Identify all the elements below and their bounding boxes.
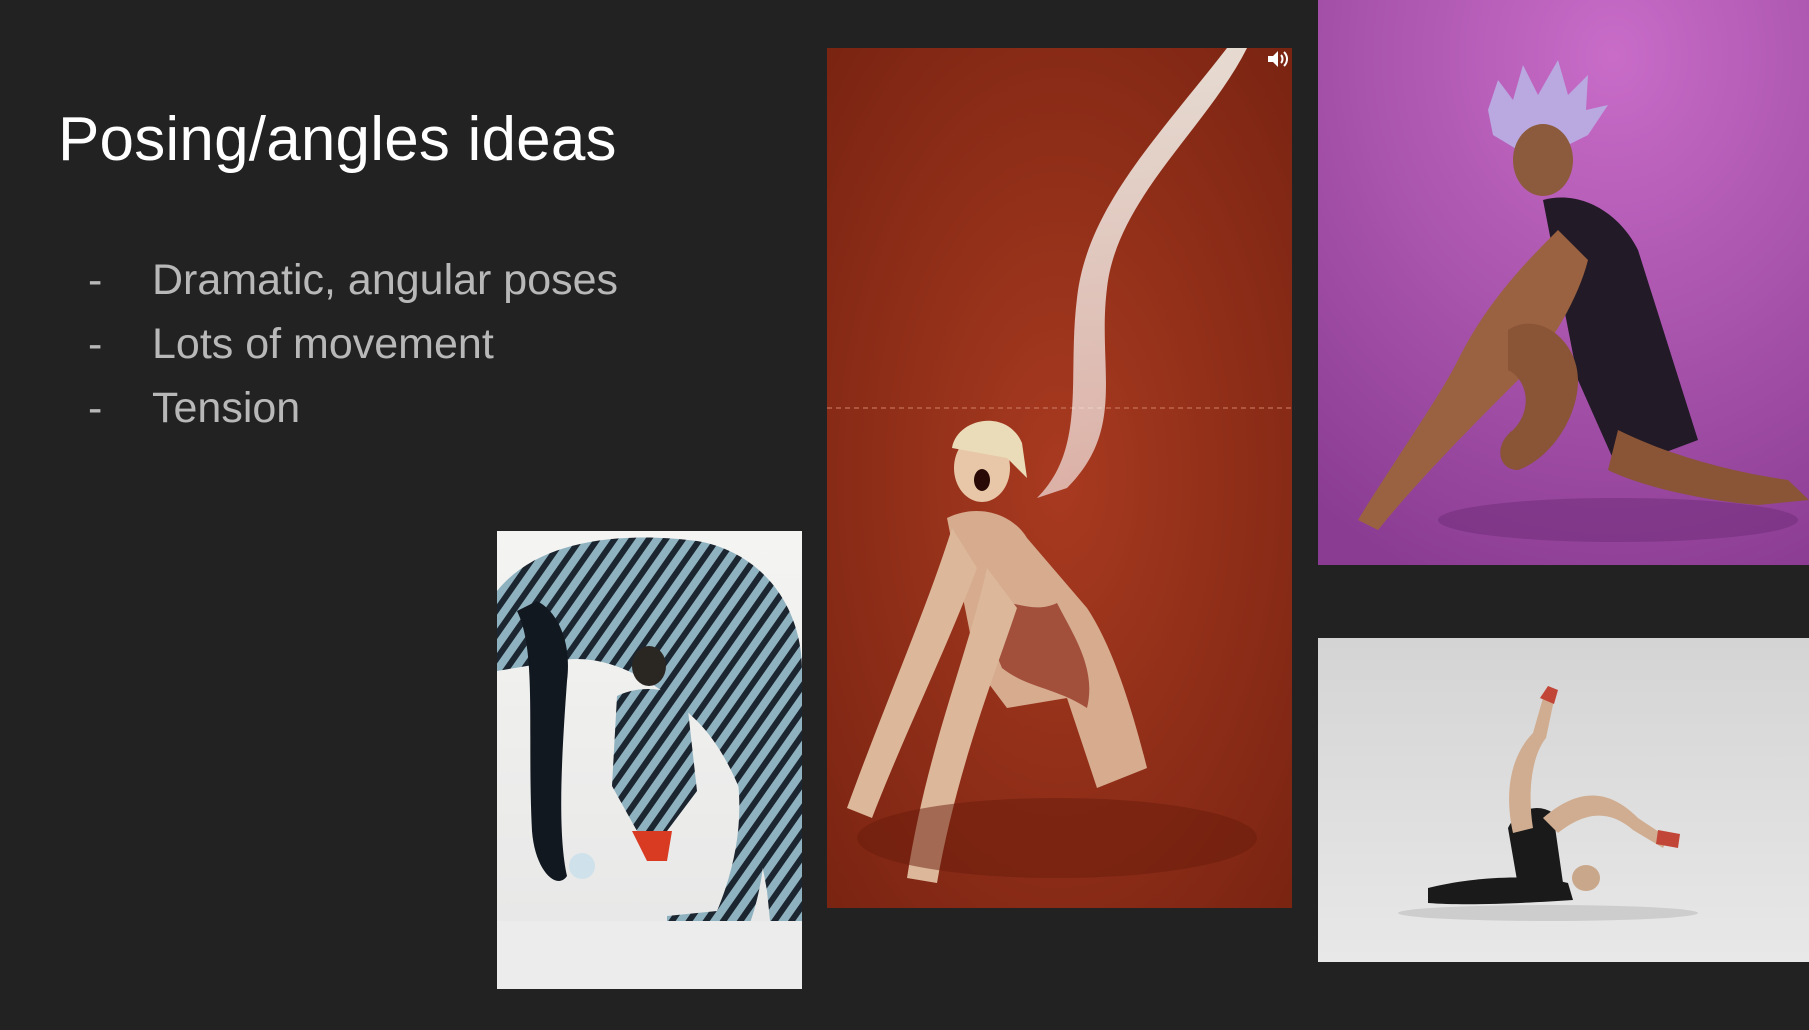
zebra-contortion-photo (497, 531, 802, 989)
bullet-item: - Tension (88, 376, 618, 440)
bullet-list: - Dramatic, angular poses - Lots of move… (88, 248, 618, 440)
slide-title: Posing/angles ideas (58, 105, 617, 174)
bullet-marker: - (88, 255, 103, 304)
bullet-text: Tension (152, 383, 301, 432)
grey-studio-legs-up-photo (1318, 638, 1809, 962)
bullet-item: - Dramatic, angular poses (88, 248, 618, 312)
speaker-icon[interactable] (1266, 48, 1290, 70)
presentation-slide: Posing/angles ideas - Dramatic, angular … (0, 0, 1809, 1030)
bullet-item: - Lots of movement (88, 312, 618, 376)
bullet-marker: - (88, 383, 103, 432)
bullet-text: Dramatic, angular poses (152, 255, 619, 304)
bullet-text: Lots of movement (152, 319, 494, 368)
bullet-marker: - (88, 319, 103, 368)
purple-backdrop-seated-photo (1318, 0, 1809, 565)
red-backdrop-veil-photo (827, 48, 1292, 908)
